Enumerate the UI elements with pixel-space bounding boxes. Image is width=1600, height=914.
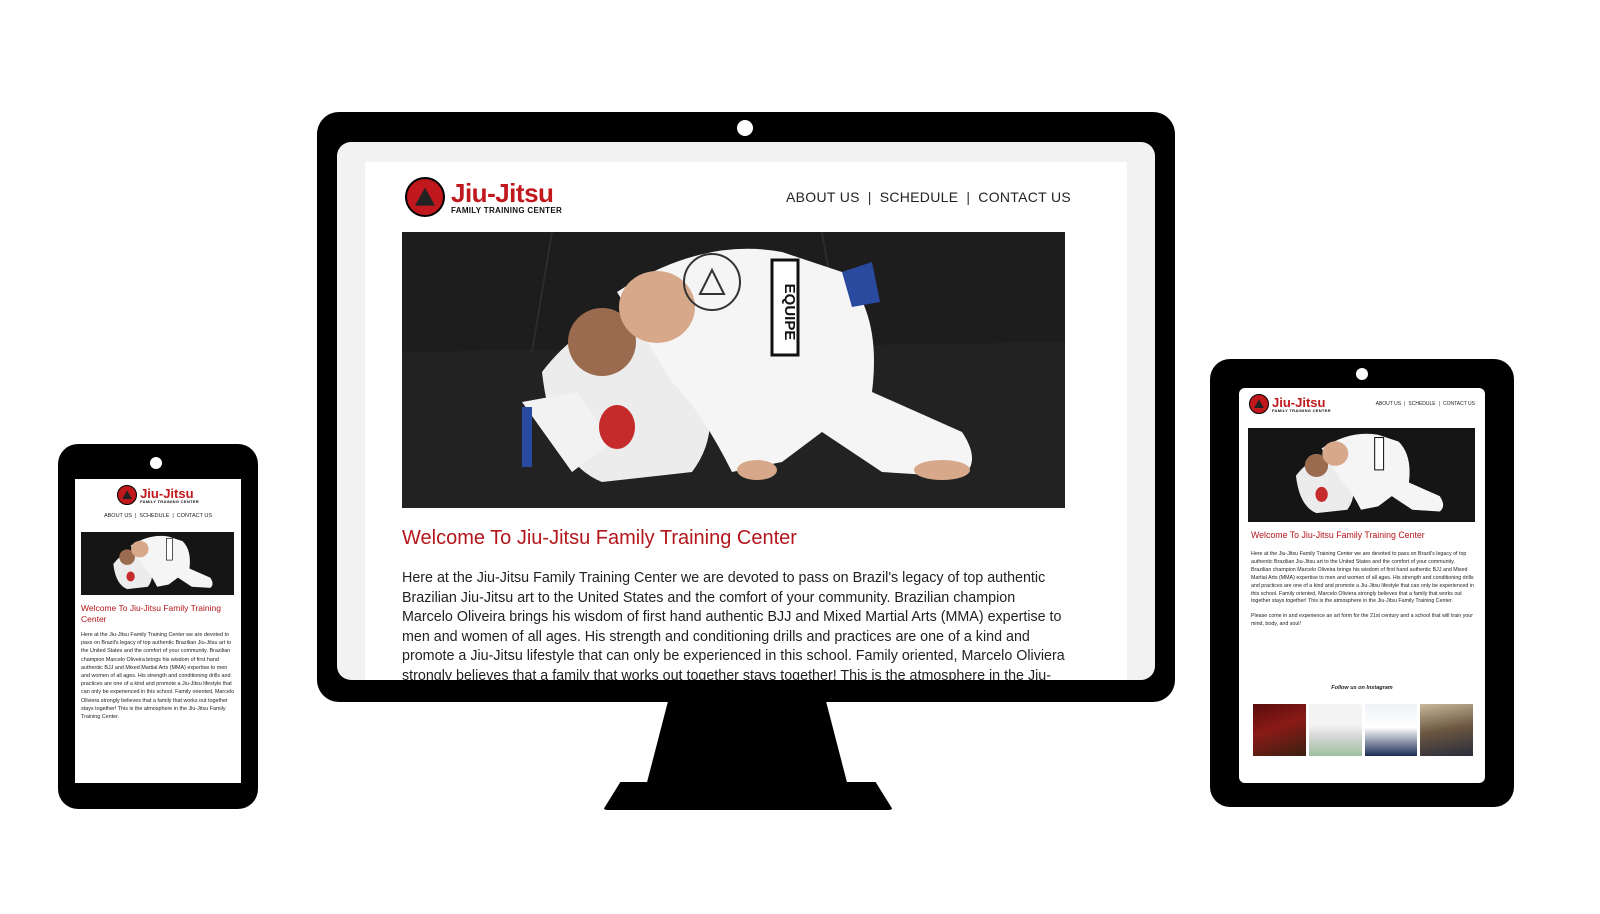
intro-paragraph: Here at the Jiu-Jitsu Family Training Ce…: [1251, 551, 1474, 605]
phone-device: Jiu-Jitsu FAMILY TRAINING CENTER ABOUT U…: [58, 444, 258, 809]
instagram-feed: [1253, 704, 1473, 756]
instagram-post[interactable]: [1364, 704, 1418, 756]
site-logo[interactable]: Jiu-Jitsu FAMILY TRAINING CENTER: [1249, 394, 1331, 414]
nav-separator: |: [1438, 401, 1440, 407]
logo-subtitle: FAMILY TRAINING CENTER: [140, 498, 199, 504]
main-nav: ABOUT US | SCHEDULE | CONTACT US: [786, 189, 1071, 205]
main-nav: ABOUT US | SCHEDULE | CONTACT US: [1376, 401, 1475, 407]
hero-image: [81, 532, 234, 595]
logo-subtitle: FAMILY TRAINING CENTER: [1272, 407, 1331, 413]
site-logo[interactable]: Jiu-Jitsu FAMILY TRAINING CENTER: [405, 177, 562, 217]
nav-separator: |: [966, 189, 971, 205]
nav-schedule[interactable]: SCHEDULE: [139, 513, 169, 519]
phone-screen: Jiu-Jitsu FAMILY TRAINING CENTER ABOUT U…: [75, 479, 241, 783]
phone-camera: [150, 457, 162, 469]
welcome-heading: Welcome To Jiu-Jitsu Family Training Cen…: [402, 527, 797, 549]
nav-schedule[interactable]: SCHEDULE: [1408, 401, 1435, 407]
nav-about-us[interactable]: ABOUT US: [786, 189, 860, 205]
monitor-stand: [645, 702, 849, 787]
nav-about-us[interactable]: ABOUT US: [1376, 401, 1401, 407]
hero-image: EQUIPE: [402, 232, 1065, 508]
instagram-post[interactable]: [1308, 704, 1362, 756]
logo-title: Jiu-Jitsu: [451, 177, 554, 208]
logo-emblem-icon: [1249, 394, 1269, 414]
tablet-device: Jiu-Jitsu FAMILY TRAINING CENTER ABOUT U…: [1210, 359, 1514, 807]
site-header: Jiu-Jitsu FAMILY TRAINING CENTER ABOUT U…: [405, 172, 1071, 222]
hero-image: [1248, 428, 1475, 522]
monitor-camera: [737, 120, 753, 136]
nav-separator: |: [1404, 401, 1406, 407]
instagram-post[interactable]: [1253, 704, 1306, 756]
nav-separator: |: [172, 513, 174, 519]
tablet-camera: [1356, 368, 1368, 380]
desktop-monitor: Jiu-Jitsu FAMILY TRAINING CENTER ABOUT U…: [317, 112, 1175, 702]
hero-photo-illustration: EQUIPE: [402, 232, 1065, 508]
second-paragraph: Please come in and experience an art for…: [1251, 613, 1473, 628]
nav-about-us[interactable]: ABOUT US: [104, 513, 132, 519]
responsive-mockup: Jiu-Jitsu FAMILY TRAINING CENTER ABOUT U…: [0, 0, 1600, 914]
nav-contact-us[interactable]: CONTACT US: [177, 513, 212, 519]
body-text: Here at the Jiu-Jitsu Family Training Ce…: [1251, 551, 1475, 629]
intro-paragraph: Here at the Jiu-Jitsu Family Training Ce…: [81, 632, 235, 721]
logo-subtitle: FAMILY TRAINING CENTER: [451, 205, 563, 215]
monitor-base: [603, 782, 893, 810]
desktop-screen: Jiu-Jitsu FAMILY TRAINING CENTER ABOUT U…: [365, 162, 1127, 680]
tablet-screen: Jiu-Jitsu FAMILY TRAINING CENTER ABOUT U…: [1239, 388, 1485, 783]
nav-contact-us[interactable]: CONTACT US: [1443, 401, 1475, 407]
gi-patch-text: EQUIPE: [781, 284, 798, 341]
site-header: Jiu-Jitsu FAMILY TRAINING CENTER ABOUT U…: [1249, 394, 1475, 414]
logo-emblem-icon: [117, 485, 138, 505]
nav-schedule[interactable]: SCHEDULE: [880, 189, 959, 205]
welcome-heading: Welcome To Jiu-Jitsu Family Training Cen…: [1251, 530, 1425, 540]
logo-emblem-icon: [405, 177, 445, 217]
instagram-heading: Follow us on Instagram: [1331, 685, 1393, 691]
site-header: Jiu-Jitsu FAMILY TRAINING CENTER ABOUT U…: [75, 485, 241, 519]
nav-contact-us[interactable]: CONTACT US: [978, 189, 1071, 205]
instagram-post[interactable]: [1420, 704, 1473, 756]
logo-title: Jiu-Jitsu: [1272, 394, 1326, 410]
welcome-heading: Welcome To Jiu-Jitsu Family Training Cen…: [81, 603, 221, 624]
hero-photo-illustration: [1248, 428, 1475, 522]
logo-title: Jiu-Jitsu: [140, 485, 194, 501]
intro-paragraph: Here at the Jiu-Jitsu Family Training Ce…: [402, 570, 1065, 680]
hero-photo-illustration: [81, 532, 234, 595]
nav-separator: |: [134, 513, 137, 519]
site-logo[interactable]: Jiu-Jitsu FAMILY TRAINING CENTER: [75, 485, 241, 505]
nav-separator: |: [867, 189, 872, 205]
main-nav: ABOUT US | SCHEDULE | CONTACT US: [75, 513, 241, 519]
